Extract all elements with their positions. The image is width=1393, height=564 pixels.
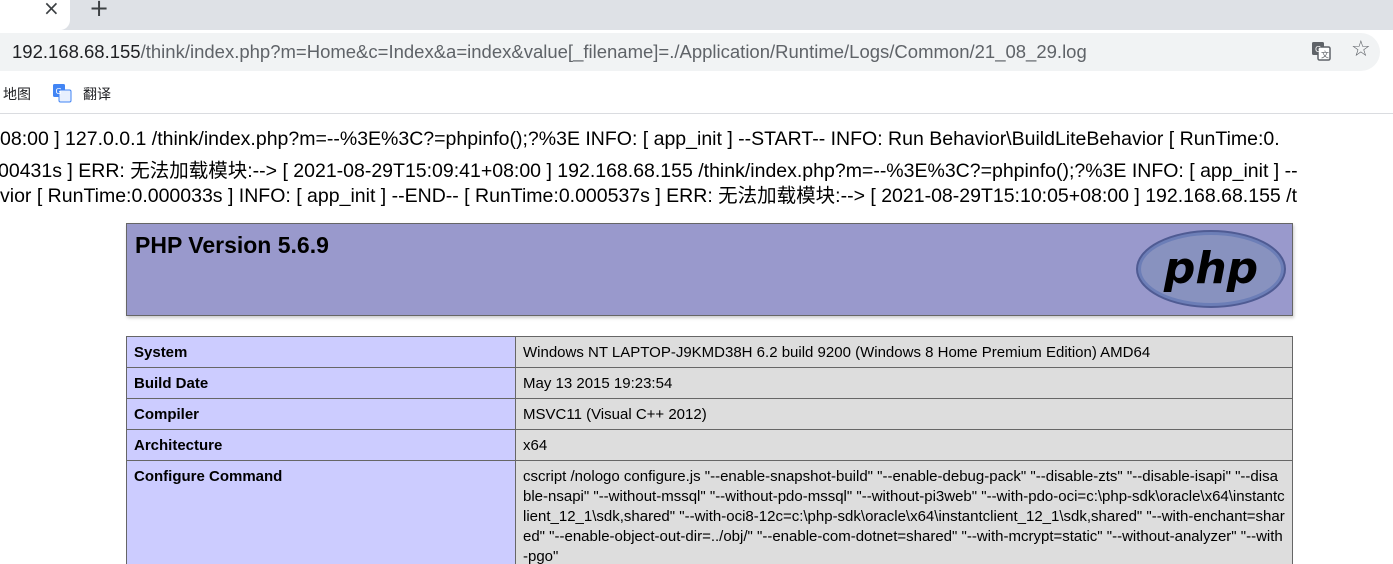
url-host: 192.168.68.155 [12,41,141,62]
php-logo: php [1136,230,1286,308]
log-line: 08:00 ] 127.0.0.1 /think/index.php?m=--%… [0,128,1280,150]
new-tab-button[interactable]: + [89,0,109,22]
page-translate-icon[interactable]: G 文 [1311,41,1331,61]
bookmark-translate[interactable]: 翻译 [83,84,111,104]
bookmarks-bar: 地图 G 翻译 [0,75,1393,114]
svg-text:G: G [56,87,62,96]
info-value: May 13 2015 19:23:54 [515,367,1293,399]
info-value: x64 [515,429,1293,461]
url-path: /think/index.php?m=Home&c=Index&a=index&… [140,41,1087,62]
page-content: 08:00 ] 127.0.0.1 /think/index.php?m=--%… [0,114,1393,564]
info-key: Configure Command [126,460,516,564]
log-line: vior [ RunTime:0.000033s ] INFO: [ app_i… [0,185,1298,207]
bookmark-map[interactable]: 地图 [3,84,31,104]
translate-bookmark-icon[interactable]: G [52,83,72,103]
phpinfo-table: System Windows NT LAPTOP-J9KMD38H 6.2 bui… [126,336,1293,564]
svg-text:文: 文 [1321,50,1329,60]
info-value: MSVC11 (Visual C++ 2012) [515,398,1293,430]
bookmark-star-icon[interactable]: ☆ [1351,37,1371,62]
table-row: Compiler MSVC11 (Visual C++ 2012) [126,398,1293,430]
php-logo-text: php [1163,243,1258,294]
phpinfo-header: PHP Version 5.6.9 php [126,223,1293,316]
url-text[interactable]: 192.168.68.155/think/index.php?m=Home&c=… [12,41,1087,63]
active-tab[interactable]: × [0,0,70,30]
table-row: System Windows NT LAPTOP-J9KMD38H 6.2 bui… [126,336,1293,368]
table-row: Build Date May 13 2015 19:23:54 [126,367,1293,399]
info-value: cscript /nologo configure.js "--enable-s… [515,460,1293,564]
info-key: Architecture [126,429,516,461]
info-value: Windows NT LAPTOP-J9KMD38H 6.2 build 920… [515,336,1293,368]
table-row: Architecture x64 [126,429,1293,461]
info-key: Build Date [126,367,516,399]
tab-strip: × + [0,0,1393,30]
php-version-title: PHP Version 5.6.9 [135,232,329,258]
info-key: Compiler [126,398,516,430]
close-tab-icon[interactable]: × [43,0,60,20]
table-row: Configure Command cscript /nologo configu… [126,460,1293,564]
info-key: System [126,336,516,368]
